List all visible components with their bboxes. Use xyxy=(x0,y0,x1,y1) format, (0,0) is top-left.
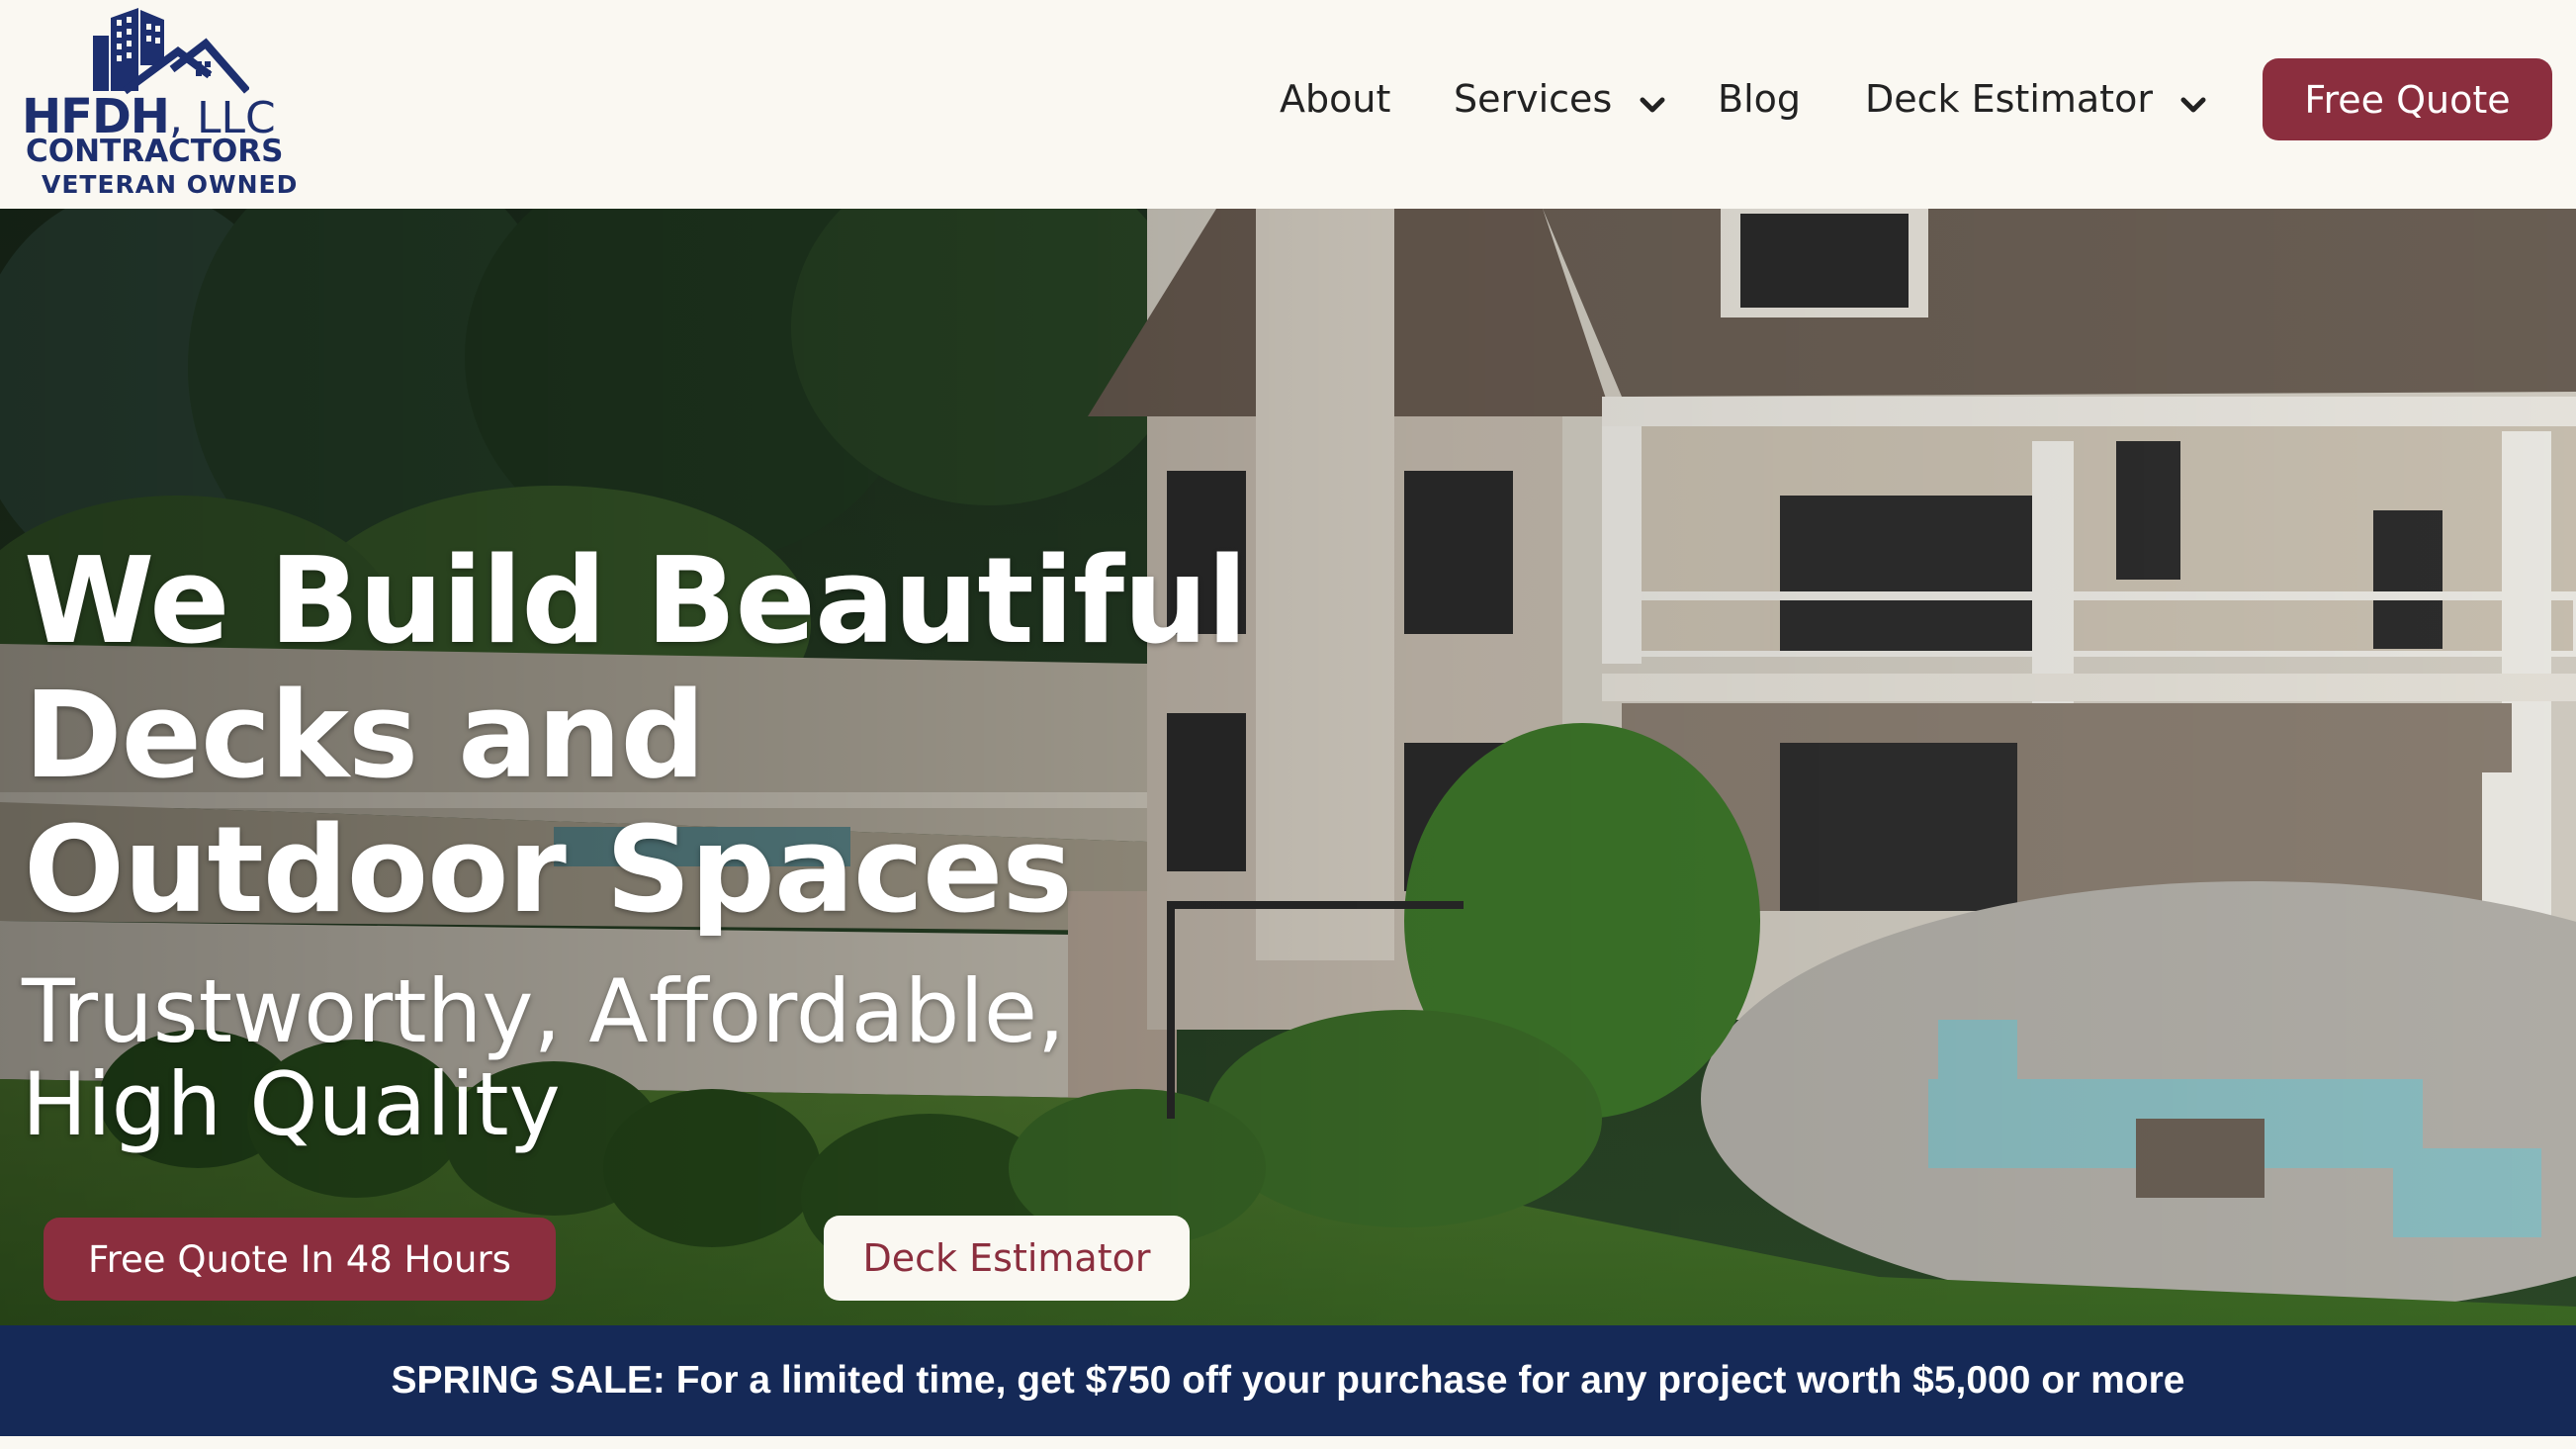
nav-item-services[interactable]: Services xyxy=(1454,73,1665,128)
building-house-logo-icon xyxy=(93,8,249,95)
chevron-down-icon[interactable] xyxy=(1640,76,1665,128)
logo-contractors: CONTRACTORS xyxy=(26,134,284,169)
nav-item-label: Deck Estimator xyxy=(1865,77,2153,121)
nav-item-label: Blog xyxy=(1718,77,1801,121)
chevron-down-icon[interactable] xyxy=(2180,76,2206,128)
nav-item-deck-estimator[interactable]: Deck Estimator xyxy=(1865,73,2206,128)
page-bottom-edge xyxy=(0,1436,2576,1449)
hero-section: We Build Beautiful Decks and Outdoor Spa… xyxy=(0,209,2576,1325)
nav-item-label: About xyxy=(1280,77,1391,121)
company-logo[interactable]: HFDH, LLC CONTRACTORS VETERAN OWNED xyxy=(22,6,297,200)
free-quote-48-hours-button[interactable]: Free Quote In 48 Hours xyxy=(44,1218,556,1301)
promo-text: SPRING SALE: For a limited time, get $75… xyxy=(391,1359,2185,1402)
hero-subtitle: Trustworthy, Affordable, High Quality xyxy=(22,960,1065,1155)
nav-item-about[interactable]: About xyxy=(1280,73,1390,125)
nav-item-blog[interactable]: Blog xyxy=(1718,73,1801,125)
deck-estimator-button[interactable]: Deck Estimator xyxy=(824,1216,1190,1301)
nav-item-label: Services xyxy=(1454,77,1613,121)
logo-veteran-owned: VETERAN OWNED xyxy=(42,170,299,199)
hero-title: We Build Beautiful Decks and Outdoor Spa… xyxy=(24,533,1248,940)
site-header: HFDH, LLC CONTRACTORS VETERAN OWNED Abou… xyxy=(0,0,2576,209)
free-quote-button[interactable]: Free Quote xyxy=(2263,58,2552,140)
promo-banner: SPRING SALE: For a limited time, get $75… xyxy=(0,1325,2576,1436)
